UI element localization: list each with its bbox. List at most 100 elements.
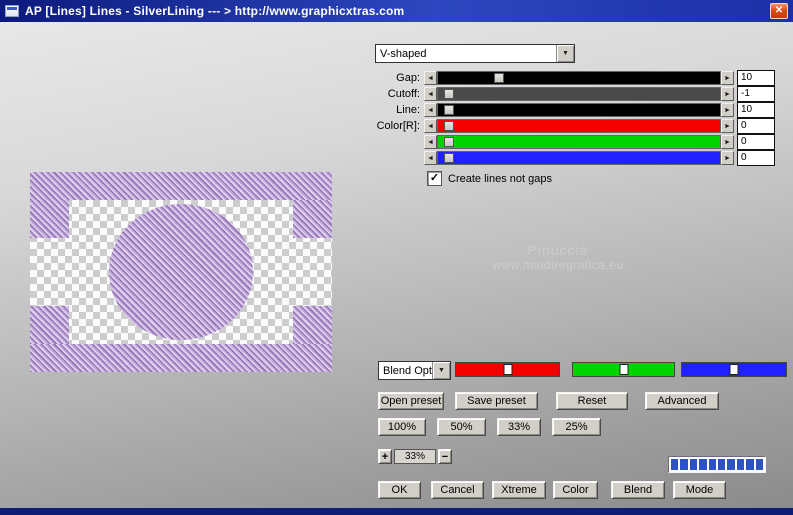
slider-track-cutoff[interactable] [437, 87, 721, 101]
window-bottom-border [0, 508, 793, 515]
slider-label-line: Line: [396, 104, 420, 116]
progress-segment [708, 459, 717, 470]
create-lines-checkbox[interactable]: ✓ Create lines not gaps [427, 171, 552, 186]
slider-right-arrow[interactable]: ► [721, 103, 734, 117]
slider-row-color-g: ◄ ► 0 [368, 134, 775, 150]
slider-value-gap[interactable]: 10 [737, 70, 775, 86]
xtreme-button[interactable]: Xtreme [492, 481, 546, 499]
reset-button[interactable]: Reset [556, 392, 628, 410]
slider-value-color-r[interactable]: 0 [737, 118, 775, 134]
slider-track-gap[interactable] [437, 71, 721, 85]
blend-slider-red-thumb[interactable] [503, 364, 512, 375]
slider-thumb[interactable] [443, 105, 454, 115]
slider-track-line[interactable] [437, 103, 721, 117]
slider-label-gap: Gap: [396, 72, 420, 84]
shape-dropdown-value: V-shaped [380, 47, 427, 60]
slider-right-arrow[interactable]: ► [721, 71, 734, 85]
advanced-button[interactable]: Advanced [645, 392, 719, 410]
zoom-33-button[interactable]: 33% [497, 418, 541, 436]
plugin-window: AP [Lines] Lines - SilverLining --- > ht… [0, 0, 793, 515]
check-icon: ✓ [429, 171, 440, 184]
chevron-down-icon[interactable]: ▼ [556, 45, 574, 62]
slider-left-arrow[interactable]: ◄ [424, 103, 437, 117]
slider-value-color-g[interactable]: 0 [737, 134, 775, 150]
progress-segment [718, 459, 726, 470]
slider-value-color-b[interactable]: 0 [737, 150, 775, 166]
slider-right-arrow[interactable]: ► [721, 151, 734, 165]
progress-bar [668, 456, 766, 473]
slider-thumb[interactable] [443, 153, 454, 163]
save-preset-button[interactable]: Save preset [455, 392, 538, 410]
blend-options-dropdown[interactable]: Blend Opti ▼ [378, 361, 451, 380]
slider-left-arrow[interactable]: ◄ [424, 71, 437, 85]
preview-stripe-right-bottom [292, 306, 332, 344]
slider-track-color-r[interactable] [437, 119, 721, 133]
window-title: AP [Lines] Lines - SilverLining --- > ht… [25, 4, 405, 18]
preview-stripe-center-blob [108, 204, 254, 340]
shape-dropdown[interactable]: V-shaped ▼ [375, 44, 575, 63]
slider-left-arrow[interactable]: ◄ [424, 87, 437, 101]
slider-value-line[interactable]: 10 [737, 102, 775, 118]
zoom-25-button[interactable]: 25% [552, 418, 601, 436]
slider-row-color-r: Color[R]: ◄ ► 0 [368, 118, 775, 134]
slider-right-arrow[interactable]: ► [721, 135, 734, 149]
mode-button[interactable]: Mode [673, 481, 726, 499]
progress-segment [727, 459, 735, 470]
blend-slider-red[interactable] [455, 362, 560, 377]
slider-label-color-g [368, 135, 424, 149]
ok-button[interactable]: OK [378, 481, 421, 499]
chevron-down-icon[interactable]: ▼ [432, 362, 450, 379]
slider-row-line: Line: ◄ ► 10 [368, 102, 775, 118]
slider-label-color-b [368, 151, 424, 165]
preview-stripe-top-band [30, 172, 332, 200]
color-button[interactable]: Color [553, 481, 598, 499]
slider-thumb[interactable] [443, 89, 454, 99]
watermark-line1: Pinuccia [527, 242, 589, 258]
zoom-100-button[interactable]: 100% [378, 418, 426, 436]
slider-thumb[interactable] [494, 73, 505, 83]
title-bar[interactable]: AP [Lines] Lines - SilverLining --- > ht… [0, 0, 793, 22]
slider-label-cutoff: Cutoff: [387, 88, 420, 100]
zoom-plus-button[interactable]: + [378, 449, 392, 464]
slider-left-arrow[interactable]: ◄ [424, 151, 437, 165]
blend-slider-blue-thumb[interactable] [729, 364, 739, 375]
slider-left-arrow[interactable]: ◄ [424, 135, 437, 149]
preview-stripe-right-top [292, 200, 332, 238]
blend-button[interactable]: Blend [611, 481, 665, 499]
checkbox-box[interactable]: ✓ [427, 171, 442, 186]
dialog-body: V-shaped ▼ Gap: ◄ ► 10 Cutoff: ◄ ► -1 Li… [0, 22, 793, 508]
zoom-50-button[interactable]: 50% [437, 418, 486, 436]
preview-stripe-left-bottom [30, 306, 70, 344]
preview-stripe-left-top [30, 200, 70, 238]
open-preset-button[interactable]: Open preset [378, 392, 444, 410]
close-button[interactable]: ✕ [770, 3, 788, 19]
progress-segment [680, 459, 688, 470]
slider-thumb[interactable] [443, 121, 454, 131]
slider-right-arrow[interactable]: ► [721, 87, 734, 101]
slider-row-color-b: ◄ ► 0 [368, 150, 775, 166]
slider-thumb[interactable] [443, 137, 454, 147]
slider-left-arrow[interactable]: ◄ [424, 119, 437, 133]
blend-slider-blue[interactable] [681, 362, 787, 377]
progress-segment [671, 459, 679, 470]
zoom-value: 33% [394, 449, 436, 464]
slider-value-cutoff[interactable]: -1 [737, 86, 775, 102]
blend-slider-green-thumb[interactable] [619, 364, 628, 375]
slider-row-gap: Gap: ◄ ► 10 [368, 70, 775, 86]
slider-right-arrow[interactable]: ► [721, 119, 734, 133]
checkbox-label: Create lines not gaps [448, 172, 552, 185]
progress-segment [736, 459, 745, 470]
slider-track-color-b[interactable] [437, 151, 721, 165]
preview-canvas[interactable] [30, 172, 332, 372]
preview-stripe-bottom-band [30, 344, 332, 372]
watermark-line2: www.maidiregrafica.eu [492, 258, 624, 272]
cancel-button[interactable]: Cancel [431, 481, 484, 499]
app-icon [5, 5, 19, 17]
progress-segment [746, 459, 754, 470]
progress-segment [755, 459, 764, 470]
slider-track-color-g[interactable] [437, 135, 721, 149]
zoom-minus-button[interactable]: − [438, 449, 452, 464]
blend-slider-green[interactable] [572, 362, 675, 377]
progress-segment [699, 459, 707, 470]
slider-row-cutoff: Cutoff: ◄ ► -1 [368, 86, 775, 102]
